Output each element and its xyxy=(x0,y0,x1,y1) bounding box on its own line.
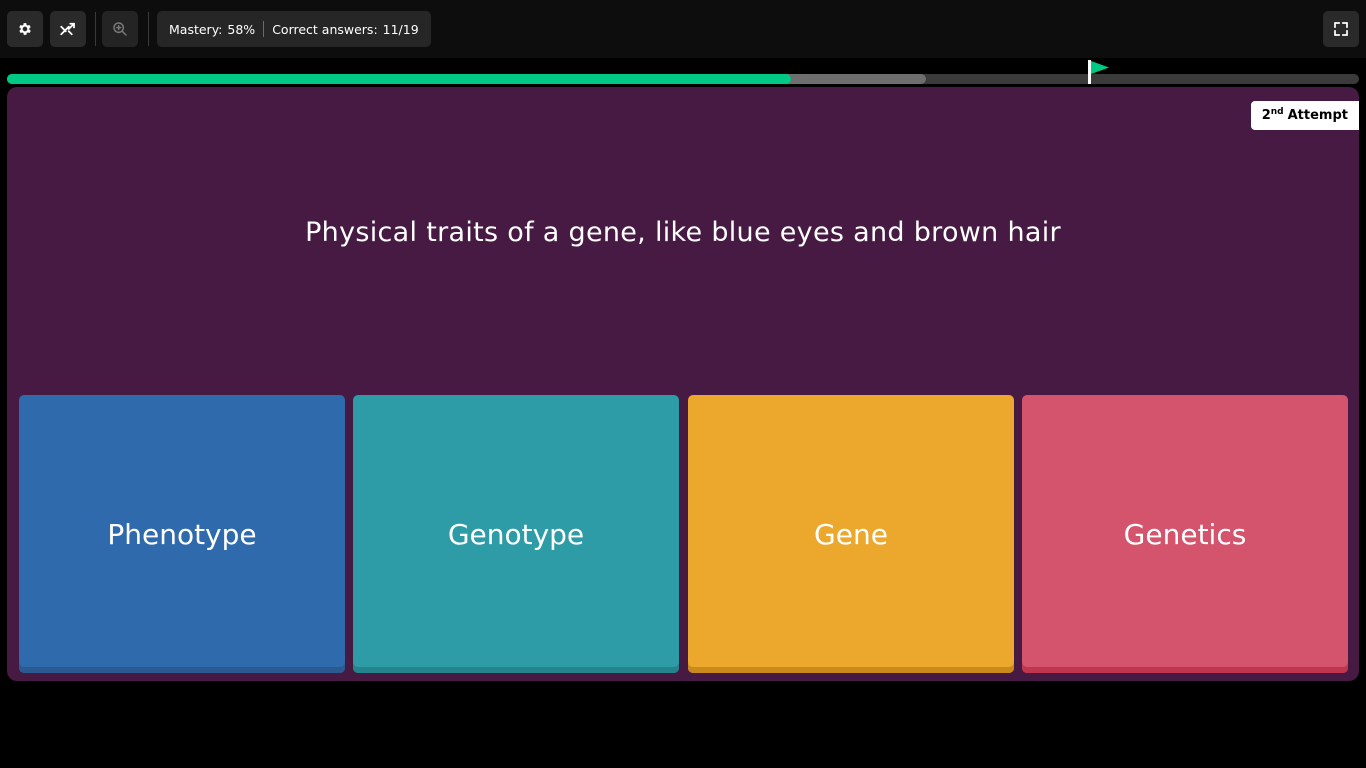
flag-icon xyxy=(1087,60,1109,84)
mastery-label: Mastery: xyxy=(169,21,223,37)
top-bar: Mastery: 58% Correct answers: 11/19 xyxy=(0,0,1366,58)
answer-option-label: Phenotype xyxy=(107,517,257,551)
progress-correct-fill xyxy=(7,74,792,84)
answer-option-3[interactable]: Gene xyxy=(688,395,1014,673)
correct-answers-label: Correct answers: xyxy=(272,21,378,37)
answer-option-label: Genetics xyxy=(1123,517,1247,551)
stats-divider xyxy=(263,21,265,37)
zoom-button[interactable] xyxy=(102,11,138,47)
question-card: 2nd Attempt Physical traits of a gene, li… xyxy=(7,87,1359,681)
stats-panel: Mastery: 58% Correct answers: 11/19 xyxy=(157,11,431,47)
settings-button[interactable] xyxy=(7,11,43,47)
gear-icon xyxy=(19,23,31,35)
toolbar-divider xyxy=(148,12,149,46)
fullscreen-icon xyxy=(1334,22,1348,36)
attempt-label: Attempt xyxy=(1287,108,1348,123)
correct-answers-value: 11/19 xyxy=(382,21,419,37)
attempt-suffix: nd xyxy=(1270,107,1284,117)
zoom-in-icon xyxy=(113,22,127,36)
attempt-number: 2 xyxy=(1261,108,1271,123)
answer-option-label: Genotype xyxy=(447,517,585,551)
attempt-badge: 2nd Attempt xyxy=(1250,101,1359,130)
question-text: Physical traits of a gene, like blue eye… xyxy=(305,217,1061,248)
progress-bar xyxy=(7,60,1359,84)
mastery-value: 58% xyxy=(227,21,256,37)
answer-option-label: Gene xyxy=(814,517,888,551)
fullscreen-button[interactable] xyxy=(1323,11,1359,47)
answer-option-4[interactable]: Genetics xyxy=(1022,395,1348,673)
shuffle-icon xyxy=(60,22,75,36)
answer-option-2[interactable]: Genotype xyxy=(353,395,679,673)
answer-option-1[interactable]: Phenotype xyxy=(19,395,345,673)
powerup-button[interactable] xyxy=(50,11,86,47)
toolbar-divider xyxy=(95,12,96,46)
